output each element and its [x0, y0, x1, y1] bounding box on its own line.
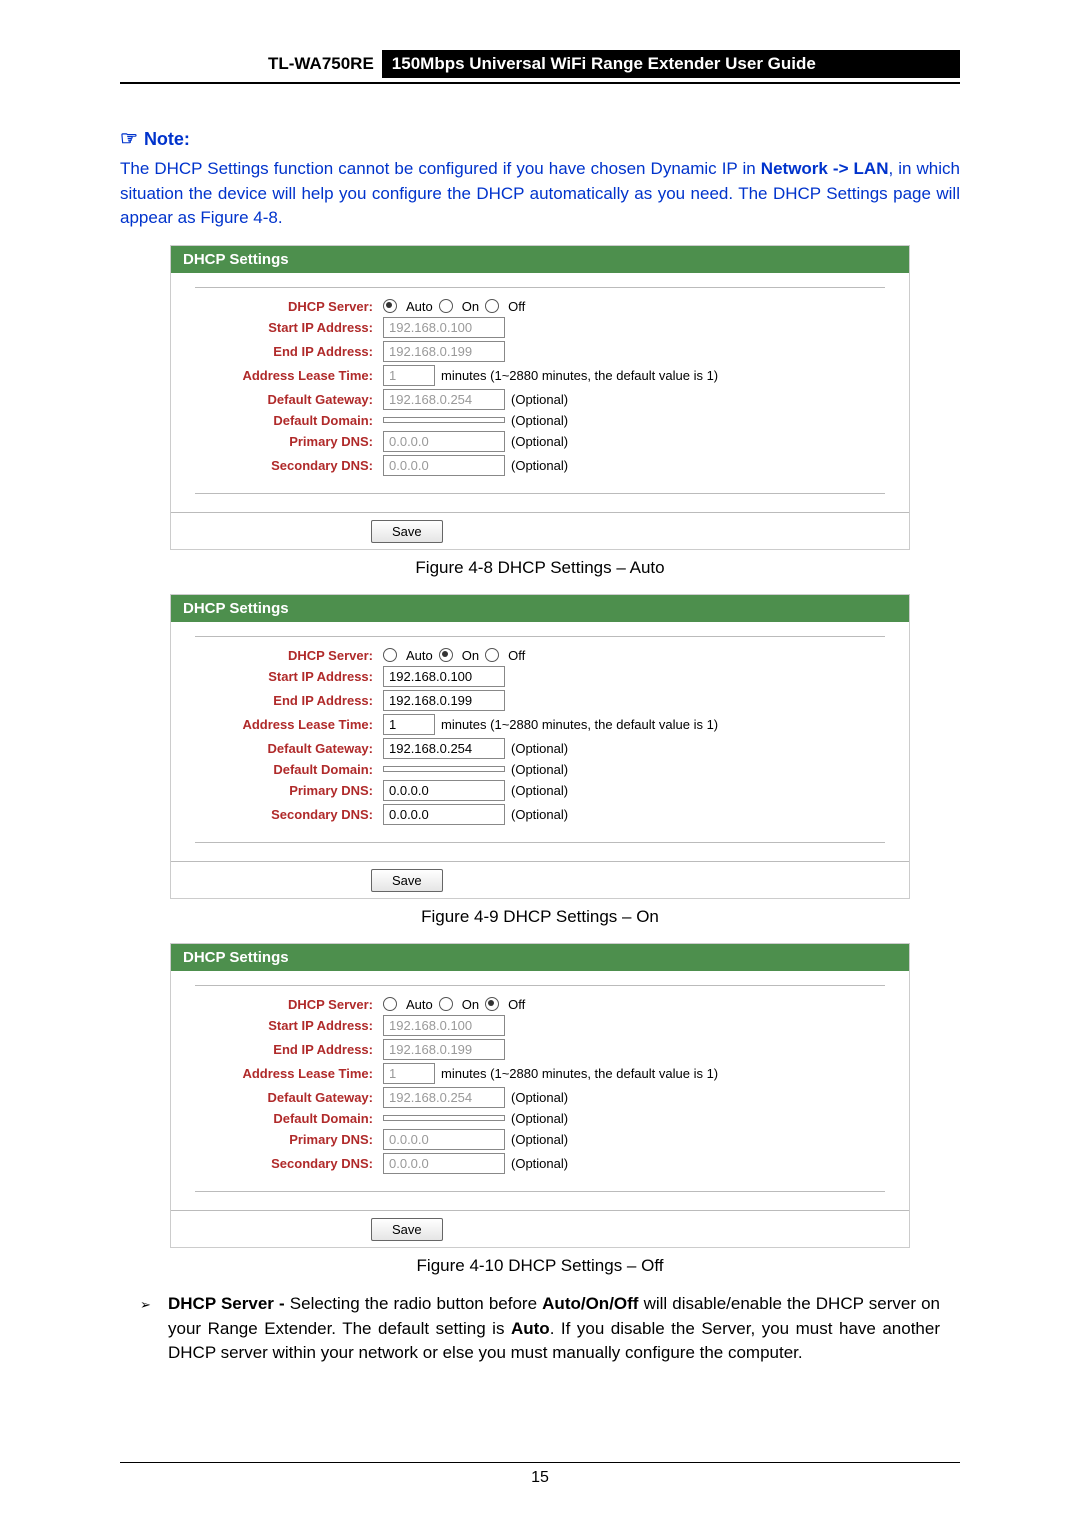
- label-start-ip: Start IP Address:: [183, 320, 383, 335]
- optional-text: (Optional): [511, 434, 568, 449]
- end-ip-input[interactable]: 192.168.0.199: [383, 341, 505, 362]
- end-ip-input[interactable]: 192.168.0.199: [383, 690, 505, 711]
- panel-title: DHCP Settings: [171, 595, 909, 622]
- dhcp-server-description: ➢ DHCP Server - Selecting the radio butt…: [140, 1292, 940, 1366]
- label-lease: Address Lease Time:: [183, 368, 383, 383]
- label-domain: Default Domain:: [183, 413, 383, 428]
- header-title: 150Mbps Universal WiFi Range Extender Us…: [382, 50, 960, 78]
- label-end-ip: End IP Address:: [183, 1042, 383, 1057]
- sdns-input[interactable]: 0.0.0.0: [383, 455, 505, 476]
- radio-off-label: Off: [508, 648, 525, 663]
- radio-on[interactable]: [439, 648, 453, 662]
- label-sdns: Secondary DNS:: [183, 807, 383, 822]
- pdns-input[interactable]: 0.0.0.0: [383, 431, 505, 452]
- label-gateway: Default Gateway:: [183, 392, 383, 407]
- lease-hint: minutes (1~2880 minutes, the default val…: [441, 368, 718, 383]
- label-dhcp-server: DHCP Server:: [183, 299, 383, 314]
- gateway-input[interactable]: 192.168.0.254: [383, 738, 505, 759]
- label-pdns: Primary DNS:: [183, 783, 383, 798]
- optional-text: (Optional): [511, 392, 568, 407]
- label-sdns: Secondary DNS:: [183, 458, 383, 473]
- dhcp-panel-on: DHCP Settings DHCP Server: Auto On Off S…: [170, 594, 910, 899]
- label-end-ip: End IP Address:: [183, 693, 383, 708]
- optional-text: (Optional): [511, 762, 568, 777]
- radio-auto[interactable]: [383, 648, 397, 662]
- panel-title: DHCP Settings: [171, 944, 909, 971]
- radio-off[interactable]: [485, 997, 499, 1011]
- label-dhcp-server: DHCP Server:: [183, 997, 383, 1012]
- radio-off-label: Off: [508, 299, 525, 314]
- header-model: TL-WA750RE: [120, 50, 382, 78]
- start-ip-input[interactable]: 192.168.0.100: [383, 1015, 505, 1036]
- save-button[interactable]: Save: [371, 520, 443, 543]
- radio-on[interactable]: [439, 997, 453, 1011]
- figure-caption-410: Figure 4-10 DHCP Settings – Off: [120, 1256, 960, 1276]
- save-button[interactable]: Save: [371, 869, 443, 892]
- label-lease: Address Lease Time:: [183, 717, 383, 732]
- lease-hint: minutes (1~2880 minutes, the default val…: [441, 1066, 718, 1081]
- domain-input[interactable]: [383, 417, 505, 423]
- radio-auto-label: Auto: [406, 299, 433, 314]
- pdns-input[interactable]: 0.0.0.0: [383, 780, 505, 801]
- optional-text: (Optional): [511, 1132, 568, 1147]
- optional-text: (Optional): [511, 741, 568, 756]
- optional-text: (Optional): [511, 413, 568, 428]
- radio-on-label: On: [462, 299, 479, 314]
- note-body: The DHCP Settings function cannot be con…: [120, 157, 960, 231]
- optional-text: (Optional): [511, 1090, 568, 1105]
- sdns-input[interactable]: 0.0.0.0: [383, 804, 505, 825]
- bullet-arrow-icon: ➢: [140, 1292, 168, 1366]
- label-sdns: Secondary DNS:: [183, 1156, 383, 1171]
- label-dhcp-server: DHCP Server:: [183, 648, 383, 663]
- label-end-ip: End IP Address:: [183, 344, 383, 359]
- domain-input[interactable]: [383, 766, 505, 772]
- start-ip-input[interactable]: 192.168.0.100: [383, 317, 505, 338]
- optional-text: (Optional): [511, 783, 568, 798]
- radio-on-label: On: [462, 648, 479, 663]
- domain-input[interactable]: [383, 1115, 505, 1121]
- radio-auto-label: Auto: [406, 648, 433, 663]
- page-number: 15: [0, 1462, 1080, 1487]
- dhcp-panel-off: DHCP Settings DHCP Server: Auto On Off S…: [170, 943, 910, 1248]
- sdns-input[interactable]: 0.0.0.0: [383, 1153, 505, 1174]
- label-start-ip: Start IP Address:: [183, 1018, 383, 1033]
- radio-off-label: Off: [508, 997, 525, 1012]
- hand-icon: ☞: [120, 128, 138, 150]
- label-lease: Address Lease Time:: [183, 1066, 383, 1081]
- radio-auto-label: Auto: [406, 997, 433, 1012]
- lease-hint: minutes (1~2880 minutes, the default val…: [441, 717, 718, 732]
- label-pdns: Primary DNS:: [183, 434, 383, 449]
- lease-input[interactable]: 1: [383, 714, 435, 735]
- note-heading: ☞Note:: [120, 126, 960, 151]
- label-gateway: Default Gateway:: [183, 1090, 383, 1105]
- label-gateway: Default Gateway:: [183, 741, 383, 756]
- lease-input[interactable]: 1: [383, 365, 435, 386]
- start-ip-input[interactable]: 192.168.0.100: [383, 666, 505, 687]
- radio-on-label: On: [462, 997, 479, 1012]
- radio-off[interactable]: [485, 648, 499, 662]
- radio-on[interactable]: [439, 299, 453, 313]
- radio-off[interactable]: [485, 299, 499, 313]
- panel-title: DHCP Settings: [171, 246, 909, 273]
- optional-text: (Optional): [511, 807, 568, 822]
- gateway-input[interactable]: 192.168.0.254: [383, 1087, 505, 1108]
- label-start-ip: Start IP Address:: [183, 669, 383, 684]
- figure-caption-49: Figure 4-9 DHCP Settings – On: [120, 907, 960, 927]
- lease-input[interactable]: 1: [383, 1063, 435, 1084]
- label-pdns: Primary DNS:: [183, 1132, 383, 1147]
- label-domain: Default Domain:: [183, 1111, 383, 1126]
- end-ip-input[interactable]: 192.168.0.199: [383, 1039, 505, 1060]
- optional-text: (Optional): [511, 1111, 568, 1126]
- pdns-input[interactable]: 0.0.0.0: [383, 1129, 505, 1150]
- optional-text: (Optional): [511, 458, 568, 473]
- radio-auto[interactable]: [383, 299, 397, 313]
- gateway-input[interactable]: 192.168.0.254: [383, 389, 505, 410]
- optional-text: (Optional): [511, 1156, 568, 1171]
- save-button[interactable]: Save: [371, 1218, 443, 1241]
- label-domain: Default Domain:: [183, 762, 383, 777]
- dhcp-panel-auto: DHCP Settings DHCP Server: Auto On Off S…: [170, 245, 910, 550]
- radio-auto[interactable]: [383, 997, 397, 1011]
- figure-caption-48: Figure 4-8 DHCP Settings – Auto: [120, 558, 960, 578]
